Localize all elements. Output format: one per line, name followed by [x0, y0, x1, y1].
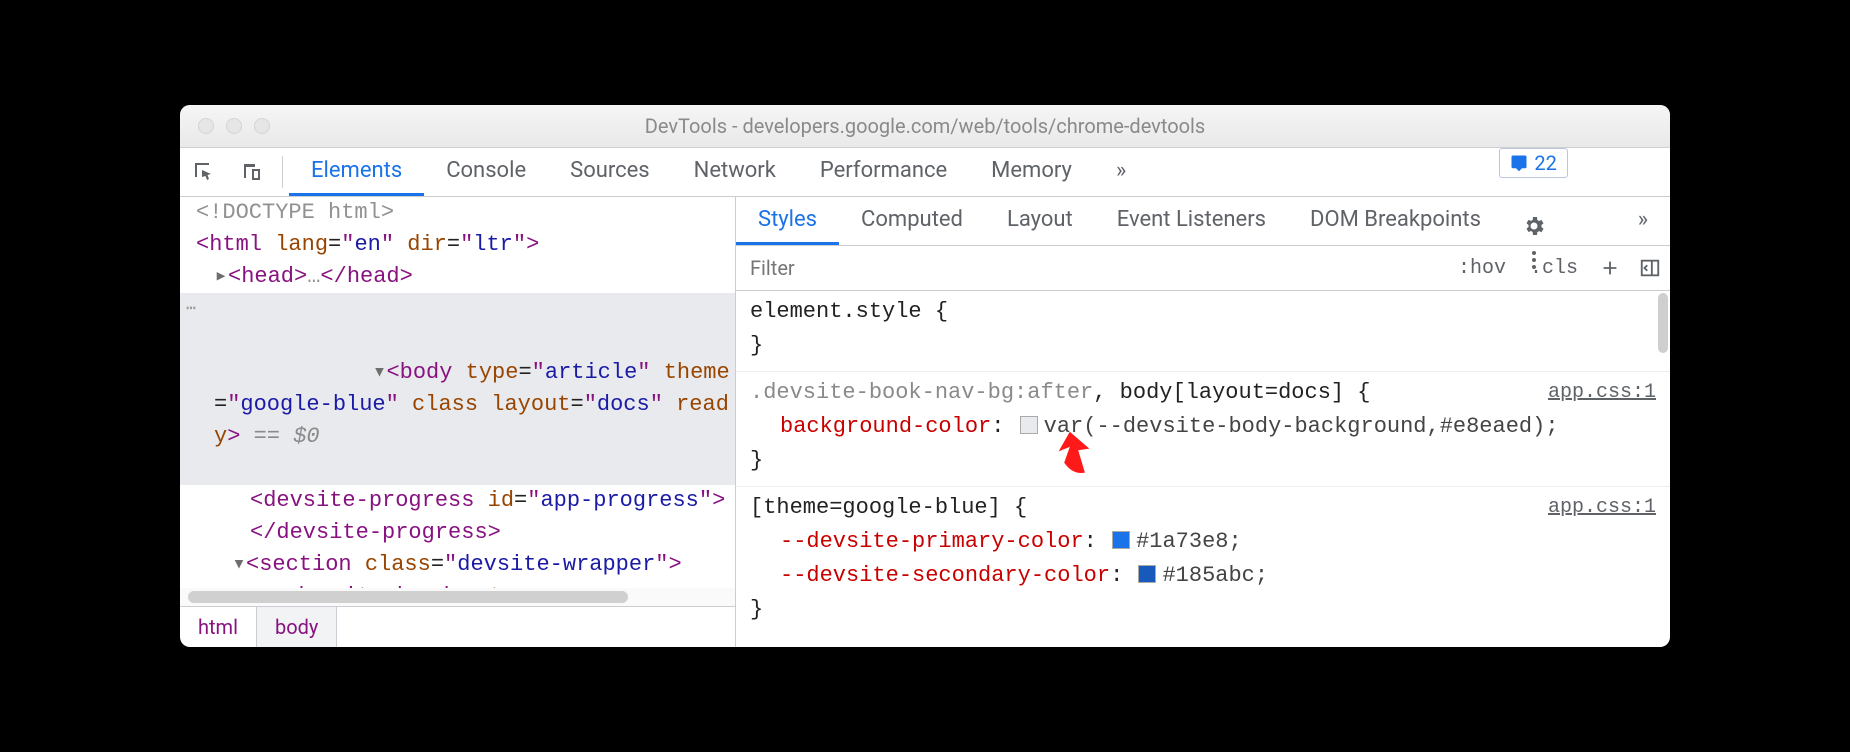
crumb-html[interactable]: html: [180, 607, 257, 647]
devtools-window: DevTools - developers.google.com/web/too…: [180, 105, 1670, 647]
new-style-rule-icon[interactable]: [1590, 257, 1630, 279]
rule-element-style[interactable]: element.style { }: [736, 291, 1670, 371]
expand-triangle-icon[interactable]: ▸: [264, 581, 278, 588]
crumb-body[interactable]: body: [257, 607, 337, 647]
collapse-triangle-icon[interactable]: ▾: [232, 549, 246, 581]
console-messages-badge[interactable]: 22: [1499, 148, 1567, 178]
tab-performance[interactable]: Performance: [798, 148, 969, 196]
dom-tree[interactable]: <!DOCTYPE html> <html lang="en" dir="ltr…: [180, 197, 735, 588]
device-toolbar-icon[interactable]: [228, 148, 276, 196]
collapse-triangle-icon[interactable]: ▾: [372, 357, 386, 389]
toggle-sidebar-icon[interactable]: [1630, 257, 1670, 279]
dom-doctype: <!DOCTYPE html>: [196, 200, 394, 225]
rule-close: }: [750, 444, 1656, 478]
rule-selector: .devsite-book-nav-bg:after, body[layout=…: [750, 376, 1656, 410]
rule-source-link[interactable]: app.css:1: [1548, 376, 1656, 410]
window-titlebar: DevTools - developers.google.com/web/too…: [180, 105, 1670, 148]
elements-dom-pane: <!DOCTYPE html> <html lang="en" dir="ltr…: [180, 197, 736, 647]
tab-computed[interactable]: Computed: [839, 197, 985, 245]
inspect-element-icon[interactable]: [180, 148, 228, 196]
color-swatch-icon[interactable]: [1138, 565, 1156, 583]
window-title: DevTools - developers.google.com/web/too…: [180, 114, 1670, 138]
css-value: var(--devsite-body-background,#e8eaed);: [1044, 414, 1559, 439]
devtools-toolbar: Elements Console Sources Network Perform…: [180, 148, 1670, 197]
rule-close: }: [750, 329, 1656, 363]
color-swatch-icon[interactable]: [1020, 416, 1038, 434]
rule-selector: element.style {: [750, 295, 1656, 329]
tabs-overflow-icon[interactable]: »: [1094, 148, 1148, 196]
console-messages-count: 22: [1534, 151, 1556, 175]
rule-source-link[interactable]: app.css:1: [1548, 491, 1656, 525]
css-rules: element.style { } app.css:1 .devsite-boo…: [736, 291, 1670, 647]
dom-breadcrumbs: html body: [180, 606, 735, 647]
dom-selected-node[interactable]: ⋯ ▾<body type="article" theme="google-bl…: [180, 293, 735, 485]
tab-dom-breakpoints[interactable]: DOM Breakpoints: [1288, 197, 1503, 245]
color-swatch-icon[interactable]: [1112, 531, 1130, 549]
gutter-ellipsis-icon: ⋯: [182, 293, 200, 325]
styles-filter-input[interactable]: [736, 256, 1446, 280]
tab-network[interactable]: Network: [672, 148, 798, 196]
panel-tabs: Elements Console Sources Network Perform…: [289, 148, 1148, 196]
rule-body-layout-docs[interactable]: app.css:1 .devsite-book-nav-bg:after, bo…: [736, 371, 1670, 486]
styles-vertical-scrollbar[interactable]: [1656, 291, 1670, 647]
styles-tabs-overflow-icon[interactable]: »: [1616, 197, 1670, 245]
rule-close: }: [750, 593, 1656, 627]
css-declaration[interactable]: --devsite-primary-color: #1a73e8;: [750, 525, 1656, 559]
cls-toggle[interactable]: .cls: [1518, 257, 1590, 280]
styles-pane: Styles Computed Layout Event Listeners D…: [736, 197, 1670, 647]
tab-styles[interactable]: Styles: [736, 197, 839, 245]
tab-elements[interactable]: Elements: [289, 148, 424, 196]
tab-sources[interactable]: Sources: [548, 148, 672, 196]
css-property: --devsite-primary-color: [780, 529, 1084, 554]
dom-horizontal-scrollbar[interactable]: [180, 588, 735, 606]
tab-event-listeners[interactable]: Event Listeners: [1095, 197, 1288, 245]
hov-toggle[interactable]: :hov: [1446, 257, 1518, 280]
css-property: --devsite-secondary-color: [780, 563, 1110, 588]
tab-layout[interactable]: Layout: [985, 197, 1095, 245]
toolbar-separator: [282, 156, 283, 188]
rule-selector: [theme=google-blue] {: [750, 491, 1656, 525]
styles-filter-row: :hov .cls: [736, 246, 1670, 291]
tab-console[interactable]: Console: [424, 148, 548, 196]
tab-memory[interactable]: Memory: [969, 148, 1094, 196]
css-declaration[interactable]: --devsite-secondary-color: #185abc;: [750, 559, 1656, 593]
css-property: background-color: [780, 414, 991, 439]
css-declaration[interactable]: background-color: var(--devsite-body-bac…: [750, 410, 1656, 444]
expand-triangle-icon[interactable]: ▸: [214, 261, 228, 293]
css-value: #1a73e8;: [1136, 529, 1242, 554]
rule-theme-google-blue[interactable]: app.css:1 [theme=google-blue] { --devsit…: [736, 486, 1670, 635]
css-value: #185abc;: [1162, 563, 1268, 588]
styles-tabs: Styles Computed Layout Event Listeners D…: [736, 197, 1670, 246]
